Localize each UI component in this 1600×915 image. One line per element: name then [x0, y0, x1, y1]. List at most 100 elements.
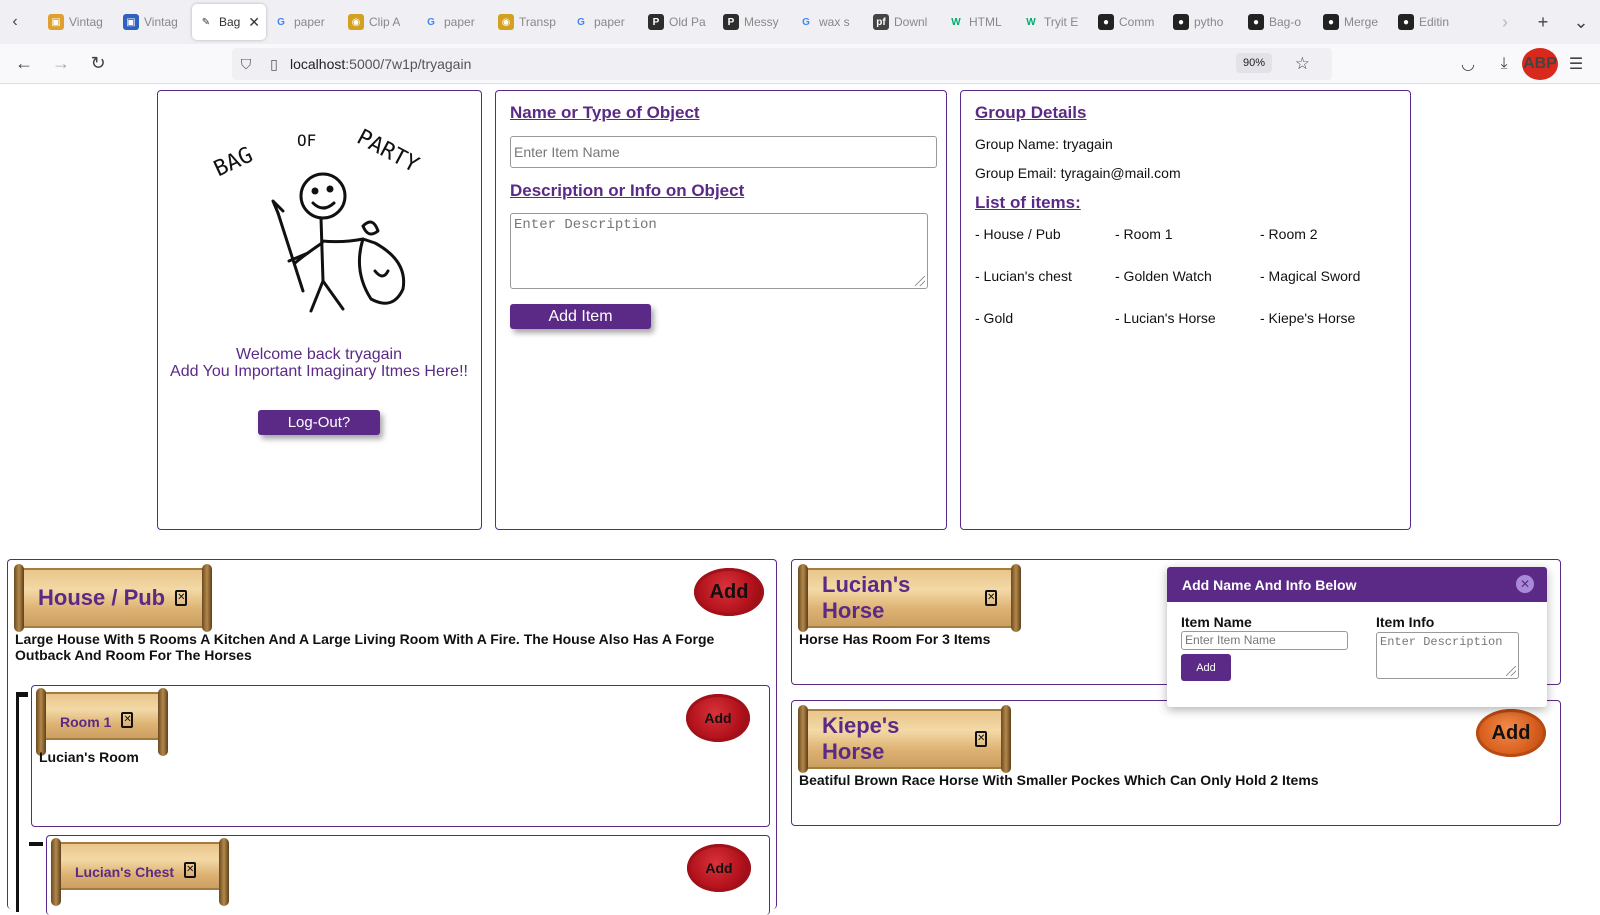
- download-icon[interactable]: ⤓: [1486, 48, 1522, 80]
- browser-tab-title: Clip A: [369, 15, 401, 29]
- browser-tab[interactable]: ▣ Vintag: [42, 4, 116, 40]
- p-icon: P: [648, 14, 664, 30]
- browser-tab[interactable]: Gpaper: [417, 4, 491, 40]
- github-icon: ●: [1323, 14, 1339, 30]
- item-list: - House / Pub - Room 1- Room 2 - Lucian's …: [975, 226, 1410, 326]
- browser-tab[interactable]: Gwax s: [792, 4, 866, 40]
- chest-title: Lucian's Chest: [75, 864, 175, 880]
- house-description: Large House With 5 Rooms A Kitchen And A…: [15, 631, 715, 663]
- tab-actions: › + ⌄: [1486, 0, 1600, 44]
- browser-tab[interactable]: ▣ Vintag: [117, 4, 191, 40]
- browser-tab-title: Transp: [519, 15, 556, 29]
- browser-tab[interactable]: ◉ Clip A: [342, 4, 416, 40]
- browser-tab-title: paper: [444, 15, 475, 29]
- tab-scroll-left-icon[interactable]: ‹: [0, 0, 30, 44]
- item-list-entry[interactable]: - Lucian's Horse: [1115, 310, 1260, 326]
- logout-button[interactable]: Log-Out?: [258, 410, 380, 435]
- logo-word-bag: BAG: [210, 143, 257, 182]
- p-icon: P: [723, 14, 739, 30]
- chest-card: Lucian's Chest ✕ Add: [46, 835, 770, 915]
- forward-icon[interactable]: →: [43, 48, 79, 80]
- house-scroll-banner: House / Pub ✕: [14, 564, 212, 632]
- new-tab-icon[interactable]: +: [1524, 12, 1562, 33]
- tab-close-icon[interactable]: ✕: [248, 14, 260, 31]
- browser-tab-title: Bag-o: [1269, 15, 1302, 29]
- reload-icon[interactable]: ↻: [80, 48, 116, 80]
- github-icon: ●: [1248, 14, 1264, 30]
- tab-list-chevron-icon[interactable]: ⌄: [1562, 12, 1600, 33]
- room1-card: Room 1 ✕ Add Lucian's Room: [31, 685, 770, 827]
- item-list-entry[interactable]: - Room 2: [1260, 226, 1410, 242]
- browser-tab[interactable]: Gpaper: [267, 4, 341, 40]
- address-bar[interactable]: ⛉ ▯ localhost:5000/7w1p/tryagain 90% ☆: [232, 48, 1332, 80]
- browser-tab-title: Downl: [894, 15, 928, 29]
- chest-add-seal-button[interactable]: Add: [687, 844, 751, 892]
- shield-icon[interactable]: ⛉: [232, 56, 260, 73]
- popup-item-info-textarea[interactable]: Enter Description: [1376, 632, 1519, 679]
- w3-icon: W: [1026, 16, 1036, 28]
- room1-add-seal-button[interactable]: Add: [686, 694, 750, 742]
- item-name-input[interactable]: Enter Item Name: [510, 136, 937, 168]
- delete-icon[interactable]: ✕: [975, 731, 987, 747]
- popup-header: Add Name And Info Below ✕: [1167, 567, 1547, 602]
- item-list-entry[interactable]: - Lucian's chest: [975, 268, 1115, 284]
- add-item-panel: Name or Type of Object Enter Item Name D…: [495, 90, 947, 530]
- resize-grip-icon[interactable]: [915, 276, 925, 286]
- bookmark-star-icon[interactable]: ☆: [1295, 54, 1310, 74]
- item-list-entry[interactable]: - Kiepe's Horse: [1260, 310, 1410, 326]
- item-name-heading: Name or Type of Object: [510, 103, 700, 122]
- bag-icon: ▣: [123, 14, 139, 30]
- browser-tab[interactable]: pf Downl: [867, 4, 941, 40]
- popup-item-name-input[interactable]: Enter Item Name: [1181, 631, 1348, 650]
- delete-icon[interactable]: ✕: [121, 712, 134, 728]
- browser-tab-title: Merge: [1344, 15, 1379, 29]
- pocket-icon[interactable]: ◡: [1450, 48, 1486, 80]
- collapse-toggle-icon[interactable]: [29, 842, 43, 846]
- delete-icon[interactable]: ✕: [985, 590, 997, 606]
- browser-tab[interactable]: W Tryit E: [1017, 4, 1091, 40]
- add-item-button[interactable]: Add Item: [510, 304, 651, 329]
- browser-tab[interactable]: W HTML: [942, 4, 1016, 40]
- browser-tab[interactable]: ● Editin: [1392, 4, 1466, 40]
- url-host: localhost: [290, 56, 346, 72]
- zoom-badge[interactable]: 90%: [1235, 53, 1272, 73]
- kiepe-horse-add-seal-button[interactable]: Add: [1476, 709, 1546, 757]
- house-add-seal-button[interactable]: Add: [694, 568, 764, 616]
- menu-icon[interactable]: ☰: [1558, 48, 1594, 80]
- tree-connector-line: [16, 692, 19, 912]
- back-icon[interactable]: ←: [6, 48, 42, 80]
- url-text[interactable]: localhost:5000/7w1p/tryagain: [290, 56, 471, 72]
- delete-icon[interactable]: ✕: [175, 590, 188, 606]
- browser-tab[interactable]: ◉ Transp: [492, 4, 566, 40]
- browser-tab[interactable]: ● Merge: [1317, 4, 1391, 40]
- adblock-icon[interactable]: ABP: [1522, 48, 1558, 80]
- tab-scroll-right-icon[interactable]: ›: [1486, 12, 1524, 33]
- item-list-entry[interactable]: - House / Pub: [975, 226, 1115, 242]
- popup-add-button[interactable]: Add: [1181, 654, 1231, 681]
- item-list-entry[interactable]: - Magical Sword: [1260, 268, 1410, 284]
- item-list-entry[interactable]: - Room 1: [1115, 226, 1260, 242]
- clipart-icon: ◉: [498, 14, 514, 30]
- kiepe-horse-scroll-banner: Kiepe's Horse ✕: [798, 705, 1011, 773]
- browser-tab[interactable]: P Messy: [717, 4, 791, 40]
- item-list-entry[interactable]: - Gold: [975, 310, 1115, 326]
- browser-tab[interactable]: Gpaper: [567, 4, 641, 40]
- browser-tab[interactable]: ✎ Bag ✕: [192, 4, 266, 40]
- collapse-toggle-icon[interactable]: [16, 692, 28, 697]
- browser-tab[interactable]: ● Bag-o: [1242, 4, 1316, 40]
- item-description-textarea[interactable]: Enter Description: [510, 213, 928, 289]
- browser-tab[interactable]: ● Comm: [1092, 4, 1166, 40]
- welcome-line: Welcome back tryagain: [236, 346, 402, 363]
- browser-tab[interactable]: ● pytho: [1167, 4, 1241, 40]
- sketch-icon: ✎: [201, 16, 211, 28]
- kiepe-horse-card: Kiepe's Horse ✕ Add Beatiful Brown Race …: [791, 700, 1561, 826]
- bag-of-party-logo: BAG OF PARTY: [210, 125, 423, 313]
- close-icon[interactable]: ✕: [1516, 575, 1534, 593]
- resize-grip-icon[interactable]: [1506, 666, 1516, 676]
- item-list-entry[interactable]: - Golden Watch: [1115, 268, 1260, 284]
- browser-tab[interactable]: P Old Pa: [642, 4, 716, 40]
- delete-icon[interactable]: ✕: [184, 862, 197, 878]
- logo-word-party: PARTY: [353, 125, 423, 178]
- welcome-text: Welcome back tryagain Add You Important …: [158, 346, 480, 380]
- group-name-line: Group Name: tryagain: [975, 136, 1113, 152]
